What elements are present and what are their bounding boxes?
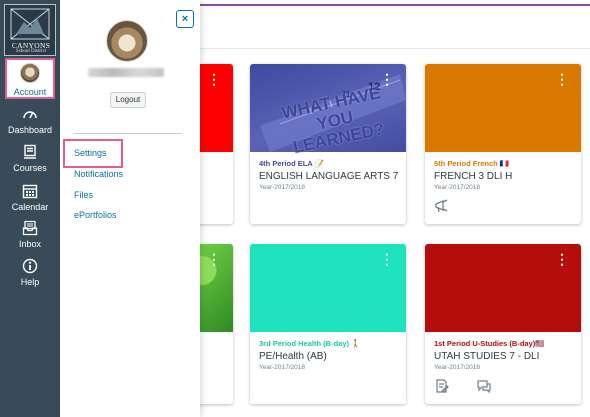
tray-link-eportfolios[interactable]: ePortfolios	[74, 210, 117, 220]
nav-help[interactable]: Help	[0, 258, 60, 292]
card-options-icon[interactable]: ⋮	[207, 72, 221, 86]
discussions-icon[interactable]	[476, 378, 492, 394]
course-nickname[interactable]: 1st Period U-Studies (B-day)🇺🇸	[434, 339, 545, 348]
nav-courses-label: Courses	[13, 163, 47, 173]
course-term: Year-2017/2018	[259, 184, 306, 191]
course-title: UTAH STUDIES 7 - DLI	[434, 351, 540, 362]
nav-courses[interactable]: Courses	[0, 144, 60, 178]
course-title: FRENCH 3 DLI H	[434, 171, 513, 182]
logo-subtext: School District	[15, 49, 47, 54]
user-avatar	[20, 63, 40, 83]
nav-dashboard[interactable]: Dashboard	[0, 106, 60, 140]
card-options-icon[interactable]: ⋮	[380, 72, 394, 86]
course-nickname[interactable]: 4th Period ELA 📝	[259, 159, 324, 168]
tray-link-files[interactable]: Files	[74, 190, 93, 200]
course-card-utah-studies[interactable]: ⋮ 1st Period U-Studies (B-day)🇺🇸 UTAH ST…	[425, 244, 581, 404]
assignments-icon[interactable]	[434, 378, 450, 394]
help-icon	[22, 258, 38, 274]
logout-button[interactable]: Logout	[110, 92, 146, 108]
courses-icon	[24, 144, 36, 159]
logo-mark-icon	[10, 8, 50, 40]
tray-link-notifications[interactable]: Notifications	[74, 169, 123, 179]
course-term: Year-2017/2018	[434, 364, 481, 371]
card-actions	[434, 378, 492, 396]
user-name-blurred	[88, 68, 164, 77]
card-options-icon[interactable]: ⋮	[555, 72, 569, 86]
header-divider	[200, 48, 590, 49]
course-card-french[interactable]: ⋮ 5th Period French 🇫🇷 FRENCH 3 DLI H Ye…	[425, 64, 581, 224]
profile-picture[interactable]	[106, 20, 148, 62]
course-term: Year-2017/2018	[434, 184, 481, 191]
course-nickname[interactable]: 5th Period French 🇫🇷	[434, 159, 509, 168]
nav-dashboard-label: Dashboard	[7, 125, 53, 135]
inbox-icon	[22, 220, 38, 236]
nav-inbox[interactable]: Inbox	[0, 220, 60, 254]
global-navigation: CANYONS School District Account Dashboar…	[0, 0, 60, 417]
calendar-icon	[22, 184, 38, 199]
tray-divider	[74, 133, 182, 134]
course-card-hero: 12 11 WHAT HAVE YOU LEARNED? ⋮	[250, 64, 406, 157]
tray-link-settings[interactable]: Settings	[74, 148, 107, 158]
course-title: ENGLISH LANGUAGE ARTS 7	[259, 171, 399, 182]
nav-account-label: Account	[13, 87, 47, 97]
nav-account[interactable]: Account	[5, 58, 55, 99]
course-card-health[interactable]: ⋮ 3rd Period Health (B-day) 🚶 PE/Health …	[250, 244, 406, 404]
nav-inbox-label: Inbox	[18, 239, 42, 249]
card-options-icon[interactable]: ⋮	[555, 252, 569, 266]
course-nickname[interactable]: 3rd Period Health (B-day) 🚶	[259, 339, 360, 348]
announcements-icon[interactable]	[434, 198, 450, 214]
card-actions	[434, 198, 450, 216]
course-card-ela[interactable]: 12 11 WHAT HAVE YOU LEARNED? ⋮ 4th Perio…	[250, 64, 406, 224]
close-tray-button[interactable]: ×	[176, 10, 194, 28]
course-term: Year-2017/2018	[259, 364, 306, 371]
card-options-icon[interactable]: ⋮	[207, 252, 221, 266]
course-title: PE/Health (AB)	[259, 351, 327, 362]
account-tray: × Logout Settings Notifications Files eP…	[60, 0, 200, 417]
canyons-logo[interactable]: CANYONS School District	[4, 4, 56, 56]
nav-help-label: Help	[20, 277, 40, 287]
nav-calendar-label: Calendar	[11, 202, 49, 212]
card-options-icon[interactable]: ⋮	[380, 252, 394, 266]
nav-calendar[interactable]: Calendar	[0, 183, 60, 217]
dashboard-icon	[23, 111, 37, 119]
